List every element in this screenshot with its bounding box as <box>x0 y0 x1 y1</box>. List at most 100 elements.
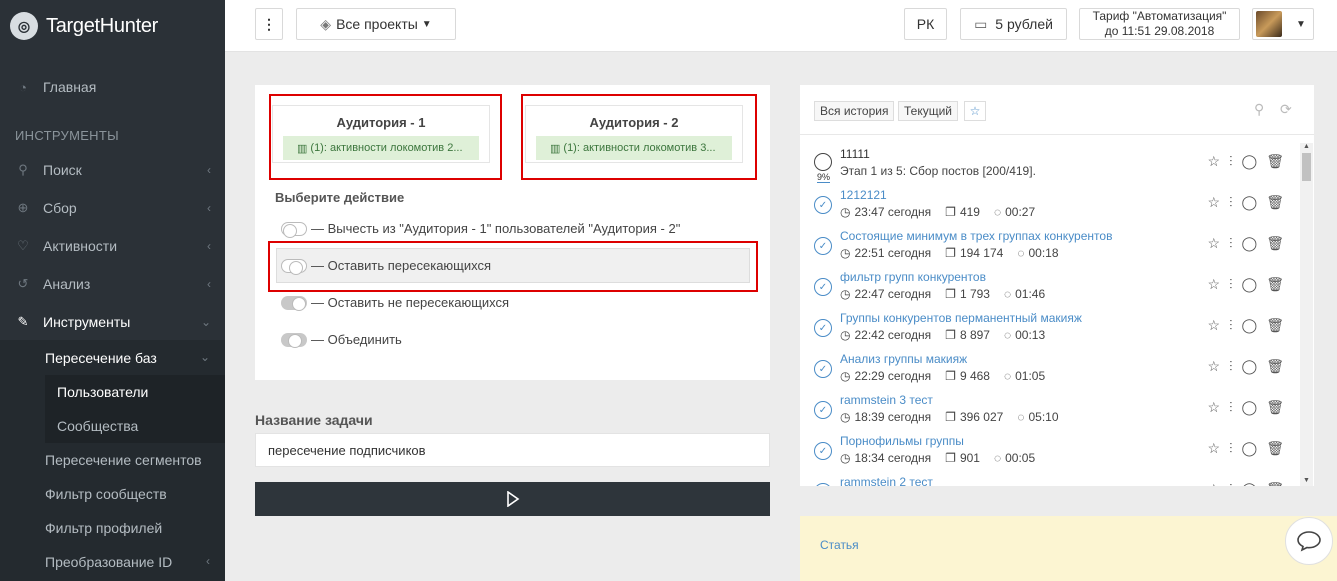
trash-icon[interactable]: 🗑 <box>1266 317 1284 334</box>
comment-icon[interactable]: ◯ <box>1242 358 1258 375</box>
submenu-item-id-convert[interactable]: Преобразование ID ‹ <box>45 554 210 570</box>
history-row[interactable]: ✓ rammstein 2 тест ☆ ⫶ ◯ 🗑 <box>812 475 1290 486</box>
sliders-icon[interactable]: ⫶ <box>1229 440 1233 457</box>
balance-button[interactable]: ▭ 5 рублей <box>960 8 1067 40</box>
sidebar-item-tools[interactable]: ✎ Инструменты ⌄ <box>0 303 225 341</box>
sidebar-item-search[interactable]: ⚲ Поиск ‹ <box>0 151 225 189</box>
chevron-left-icon: ‹ <box>207 201 211 215</box>
history-row[interactable]: ✓ 1212121 ◷ 23:47 сегодня ❐ 419 ◌ 00:27 ☆ ⫶ ◯ 🗑 <box>812 188 1290 229</box>
article-link[interactable]: Статья <box>820 538 859 552</box>
option-subtract[interactable]: — Вычесть из "Аудитория - 1" пользовател… <box>281 221 680 238</box>
sidebar-item-label: Инструменты <box>43 314 131 330</box>
history-duration: 01:46 <box>1015 287 1046 301</box>
comment-icon[interactable]: ◯ <box>1242 440 1258 457</box>
sliders-icon[interactable]: ⫶ <box>1229 153 1233 170</box>
history-title[interactable]: rammstein 2 тест <box>840 475 933 486</box>
submenu-item-profile-filter[interactable]: Фильтр профилей <box>45 520 162 536</box>
star-icon[interactable]: ☆ <box>1207 358 1220 375</box>
star-icon[interactable]: ☆ <box>1207 194 1220 211</box>
history-row[interactable]: ✓ rammstein 3 тест ◷ 18:39 сегодня ❐ 396 02… <box>812 393 1290 434</box>
task-name-input[interactable]: пересечение подписчиков <box>255 433 770 467</box>
submenu-item-segments[interactable]: Пересечение сегментов <box>45 452 202 468</box>
chat-button[interactable] <box>1285 517 1333 565</box>
trash-icon[interactable]: 🗑 <box>1266 481 1284 486</box>
trash-icon[interactable]: 🗑 <box>1266 194 1284 211</box>
history-scrollbar[interactable]: ▲ ▼ <box>1300 143 1313 486</box>
option-union[interactable]: — Объединить <box>281 332 402 348</box>
layers-icon: ◈ <box>320 15 332 32</box>
scroll-thumb[interactable] <box>1302 153 1311 181</box>
rk-button[interactable]: РК <box>904 8 947 40</box>
history-title[interactable]: 1212121 <box>840 188 887 202</box>
trash-icon[interactable]: 🗑 <box>1266 276 1284 293</box>
submenu-item-label: Преобразование ID <box>45 554 173 570</box>
comment-icon[interactable]: ◯ <box>1242 399 1258 416</box>
sliders-icon[interactable]: ⫶ <box>1229 481 1233 486</box>
sliders-icon[interactable]: ⫶ <box>1229 317 1233 334</box>
star-icon[interactable]: ☆ <box>1207 153 1220 170</box>
history-row-running[interactable]: 9% 11111 Этап 1 из 5: Сбор постов [200/4… <box>812 147 1290 188</box>
scroll-down-icon[interactable]: ▼ <box>1303 477 1310 484</box>
star-icon[interactable]: ☆ <box>1207 317 1220 334</box>
projects-dropdown[interactable]: ◈ Все проекты ▼ <box>296 8 456 40</box>
sidebar-item-collect[interactable]: ⊕ Сбор ‹ <box>0 189 225 227</box>
comment-icon[interactable]: ◯ <box>1242 481 1258 486</box>
history-title[interactable]: Состоящие минимум в трех группах конкуре… <box>840 229 1112 243</box>
sliders-icon[interactable]: ⫶ <box>1229 235 1233 252</box>
submenu-item-communities[interactable]: Сообщества <box>57 418 138 434</box>
star-icon[interactable]: ☆ <box>1207 276 1220 293</box>
history-row[interactable]: ✓ Группы конкурентов перманентный макияж… <box>812 311 1290 352</box>
star-icon[interactable]: ☆ <box>1207 399 1220 416</box>
sliders-icon[interactable]: ⫶ <box>1229 194 1233 211</box>
toggle-subtract-icon <box>281 221 307 238</box>
submenu-group-intersection[interactable]: Пересечение баз ⌄ <box>45 350 210 366</box>
sliders-icon[interactable]: ⫶ <box>1229 399 1233 416</box>
trash-icon[interactable]: 🗑 <box>1266 235 1284 252</box>
copy-icon: ❐ <box>945 328 956 342</box>
comment-icon[interactable]: ◯ <box>1242 317 1258 334</box>
trash-icon[interactable]: 🗑 <box>1266 440 1284 457</box>
favorites-star-icon[interactable]: ☆ <box>964 101 986 121</box>
history-title[interactable]: rammstein 3 тест <box>840 393 933 407</box>
run-button[interactable] <box>255 482 770 516</box>
history-row[interactable]: ✓ Состоящие минимум в трех группах конку… <box>812 229 1290 270</box>
comment-icon[interactable]: ◯ <box>1242 276 1258 293</box>
comment-icon[interactable]: ◯ <box>1242 235 1258 252</box>
scroll-up-icon[interactable]: ▲ <box>1303 143 1310 150</box>
history-row[interactable]: ✓ Порнофильмы группы ◷ 18:34 сегодня ❐ 901 ◌… <box>812 434 1290 475</box>
star-icon[interactable]: ☆ <box>1207 235 1220 252</box>
history-row[interactable]: ✓ Анализ группы макияж ◷ 22:29 сегодня ❐ 9 … <box>812 352 1290 393</box>
history-title[interactable]: Анализ группы макияж <box>840 352 967 366</box>
sidebar-item-analysis[interactable]: ↺ Анализ ‹ <box>0 265 225 303</box>
history-title[interactable]: фильтр групп конкурентов <box>840 270 986 284</box>
comment-icon[interactable]: ◯ <box>1242 153 1258 170</box>
star-icon[interactable]: ☆ <box>1207 481 1220 486</box>
refresh-icon[interactable]: ⟳ <box>1280 101 1292 118</box>
clock-icon: ◷ <box>840 369 851 383</box>
tariff-expiry: до 11:51 29.08.2018 <box>1104 24 1215 38</box>
sliders-icon[interactable]: ⫶ <box>1229 358 1233 375</box>
history-title[interactable]: Порнофильмы группы <box>840 434 964 448</box>
tariff-button[interactable]: Тариф "Автоматизация" до 11:51 29.08.201… <box>1079 8 1240 40</box>
sidebar-item-activities[interactable]: ♡ Активности ‹ <box>0 227 225 265</box>
trash-icon[interactable]: 🗑 <box>1266 153 1284 170</box>
trash-icon[interactable]: 🗑 <box>1266 358 1284 375</box>
option-exclusive[interactable]: — Оставить не пересекающихся <box>281 295 509 311</box>
tab-current[interactable]: Текущий <box>898 101 958 121</box>
trash-icon[interactable]: 🗑 <box>1266 399 1284 416</box>
history-duration: 00:18 <box>1028 246 1059 260</box>
sidebar-item-home[interactable]: ◔ Главная <box>0 68 225 106</box>
search-icon[interactable]: ⚲ <box>1254 101 1264 118</box>
tab-all-history[interactable]: Вся история <box>814 101 895 121</box>
submenu-item-users[interactable]: Пользователи <box>57 384 148 400</box>
sliders-icon[interactable]: ⫶ <box>1229 276 1233 293</box>
star-icon[interactable]: ☆ <box>1207 440 1220 457</box>
logo[interactable]: ◎ TargetHunter <box>0 0 225 52</box>
history-row[interactable]: ✓ фильтр групп конкурентов ◷ 22:47 сегодн… <box>812 270 1290 311</box>
history-title[interactable]: Группы конкурентов перманентный макияж <box>840 311 1082 325</box>
more-menu-button[interactable]: ⋮ <box>255 8 283 40</box>
submenu-item-community-filter[interactable]: Фильтр сообществ <box>45 486 167 502</box>
comment-icon[interactable]: ◯ <box>1242 194 1258 211</box>
profile-menu[interactable]: ▼ <box>1252 8 1314 40</box>
clock-icon: ◷ <box>840 246 851 260</box>
